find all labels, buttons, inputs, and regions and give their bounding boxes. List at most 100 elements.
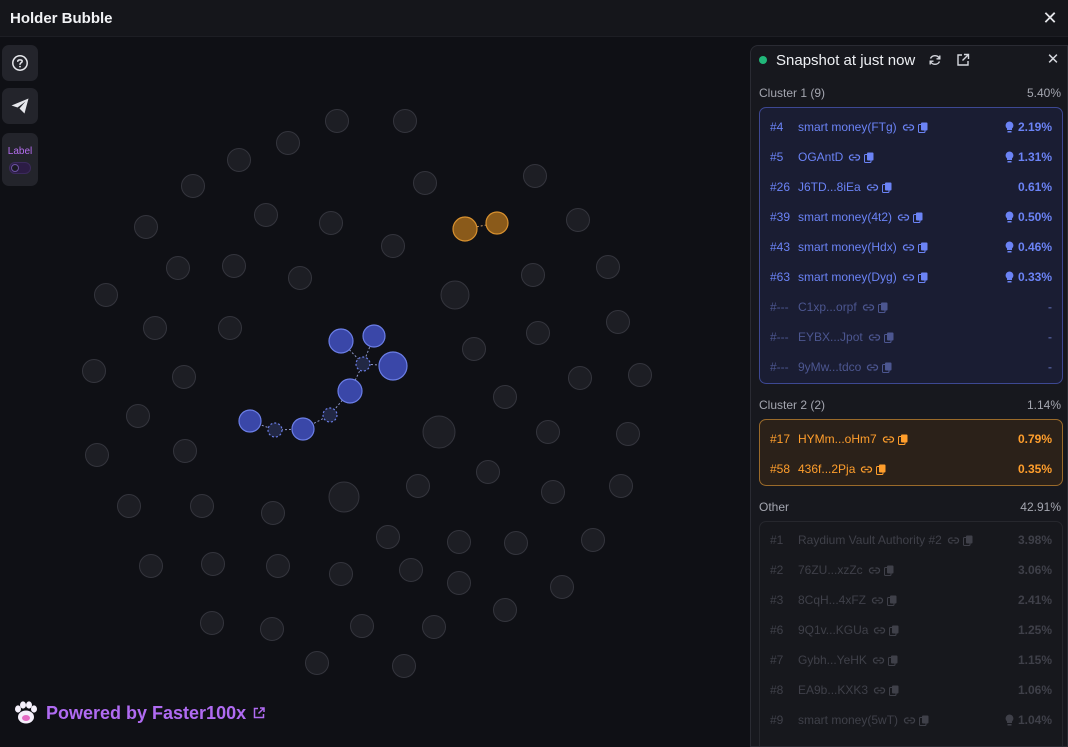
holder-bubble[interactable] [476, 460, 500, 484]
holder-bubble[interactable] [568, 366, 592, 390]
copy-icon[interactable] [864, 152, 874, 163]
holder-row[interactable]: #5 OGAntD 1.31% [770, 147, 1052, 167]
holder-name[interactable]: EYBX...Jpot [798, 330, 863, 344]
holder-bubble[interactable] [166, 256, 190, 280]
link-icon[interactable] [873, 684, 886, 697]
holder-bubble[interactable] [134, 215, 158, 239]
link-icon[interactable] [947, 534, 960, 547]
link-icon[interactable] [868, 564, 881, 577]
holder-bubble[interactable] [117, 494, 141, 518]
copy-icon[interactable] [917, 122, 928, 133]
holder-bubble[interactable] [422, 615, 446, 639]
holder-row[interactable]: #--- EYBX...Jpot - [770, 327, 1052, 347]
cluster-2-bubbles[interactable] [452, 211, 509, 242]
holder-bubble[interactable] [393, 109, 417, 133]
holder-name[interactable]: EA9b...KXK3 [798, 683, 868, 697]
bubble-ogantd[interactable] [328, 328, 354, 354]
holder-bubble[interactable] [422, 415, 456, 449]
copy-icon[interactable] [881, 182, 892, 193]
link-icon[interactable] [860, 463, 873, 476]
copy-icon[interactable] [882, 362, 892, 373]
holder-row[interactable]: #63 smart money(Dyg) 0.33% [770, 267, 1052, 287]
holder-row[interactable]: #9 smart money(5wT) 1.04% [770, 710, 1052, 730]
holder-bubble[interactable] [305, 651, 329, 675]
holder-bubble[interactable] [550, 575, 574, 599]
holder-bubble[interactable] [504, 531, 528, 555]
holder-row[interactable]: #58 436f...2Pja 0.35% [770, 459, 1052, 479]
copy-icon[interactable] [917, 242, 928, 253]
other-header[interactable]: Other 42.91% [759, 500, 1061, 514]
copy-icon[interactable] [897, 434, 908, 445]
link-icon[interactable] [871, 594, 884, 607]
holder-row[interactable]: #--- C1xp...orpf - [770, 297, 1052, 317]
link-icon[interactable] [902, 241, 915, 254]
holder-bubble[interactable] [218, 316, 242, 340]
holder-row[interactable]: #6 9Q1v...KGUa 1.25% [770, 620, 1052, 640]
copy-icon[interactable] [876, 464, 886, 475]
holder-bubble[interactable] [172, 365, 196, 389]
holder-bubble[interactable] [329, 562, 353, 586]
holder-bubble[interactable] [319, 211, 343, 235]
holder-name[interactable]: Gybh...YeHK [798, 653, 867, 667]
holder-bubble[interactable] [606, 310, 630, 334]
holder-row[interactable]: #4 smart money(FTg) 2.19% [770, 117, 1052, 137]
holder-bubble[interactable] [399, 558, 423, 582]
holder-bubble[interactable] [523, 164, 547, 188]
holder-bubble[interactable] [94, 283, 118, 307]
label-toggle[interactable] [9, 161, 31, 174]
copy-icon[interactable] [919, 715, 929, 726]
powered-by-text[interactable]: Powered by Faster100x [46, 703, 246, 724]
holder-bubble[interactable] [350, 614, 374, 638]
link-icon[interactable] [868, 331, 881, 344]
link-icon[interactable] [848, 151, 861, 164]
holder-name[interactable]: OGAntD [798, 150, 843, 164]
holder-bubble[interactable] [413, 171, 437, 195]
holder-name[interactable]: 9yMw...tdco [798, 360, 861, 374]
bubble-map-svg[interactable] [0, 37, 750, 747]
copy-icon[interactable] [883, 332, 894, 343]
holder-row[interactable]: #7 Gybh...YeHK 1.15% [770, 650, 1052, 670]
holder-name[interactable]: C1xp...orpf [798, 300, 857, 314]
cluster-1-header[interactable]: Cluster 1 (9) 5.40% [759, 86, 1061, 100]
holder-bubble[interactable] [521, 263, 545, 287]
holder-row[interactable]: #26 J6TD...8iEa 0.61% [770, 177, 1052, 197]
external-link-icon[interactable] [252, 706, 266, 720]
holder-name[interactable]: 76ZU...xzZc [798, 563, 863, 577]
link-icon[interactable] [903, 714, 916, 727]
holder-bubble[interactable] [190, 494, 214, 518]
holder-bubble[interactable] [493, 598, 517, 622]
bubble-hymm[interactable] [452, 216, 478, 242]
bubble-c1xp[interactable] [355, 356, 371, 372]
help-button[interactable] [2, 45, 38, 81]
copy-icon[interactable] [887, 595, 897, 606]
copy-icon[interactable] [889, 625, 899, 636]
holder-bubble[interactable] [536, 420, 560, 444]
holder-bubble[interactable] [596, 255, 620, 279]
bubble-smart-money-ftg[interactable] [378, 351, 408, 381]
holder-row[interactable]: #17 HYMm...oHm7 0.79% [770, 429, 1052, 449]
holder-name[interactable]: smart money(4t2) [798, 210, 892, 224]
holder-bubble[interactable] [126, 404, 150, 428]
holder-bubble[interactable] [139, 554, 163, 578]
holder-bubble[interactable] [328, 481, 360, 513]
copy-icon[interactable] [887, 655, 898, 666]
copy-icon[interactable] [917, 272, 928, 283]
copy-icon[interactable] [913, 212, 923, 223]
holder-row[interactable]: #3 8CqH...4xFZ 2.41% [770, 590, 1052, 610]
copy-icon[interactable] [883, 565, 894, 576]
link-icon[interactable] [882, 433, 895, 446]
holder-bubble[interactable] [266, 554, 290, 578]
holder-name[interactable]: 9Q1v...KGUa [798, 623, 868, 637]
copy-icon[interactable] [877, 302, 888, 313]
holder-bubble[interactable] [143, 316, 167, 340]
link-icon[interactable] [862, 301, 875, 314]
holder-bubble[interactable] [462, 337, 486, 361]
bubble-smart-money-hdx[interactable] [291, 417, 315, 441]
holder-bubble[interactable] [261, 501, 285, 525]
holder-name[interactable]: smart money(5wT) [798, 713, 898, 727]
holder-bubble[interactable] [381, 234, 405, 258]
refresh-icon[interactable] [927, 52, 943, 68]
link-icon[interactable] [866, 361, 879, 374]
close-icon[interactable]: ✕ [1040, 8, 1060, 28]
holder-bubble[interactable] [541, 480, 565, 504]
